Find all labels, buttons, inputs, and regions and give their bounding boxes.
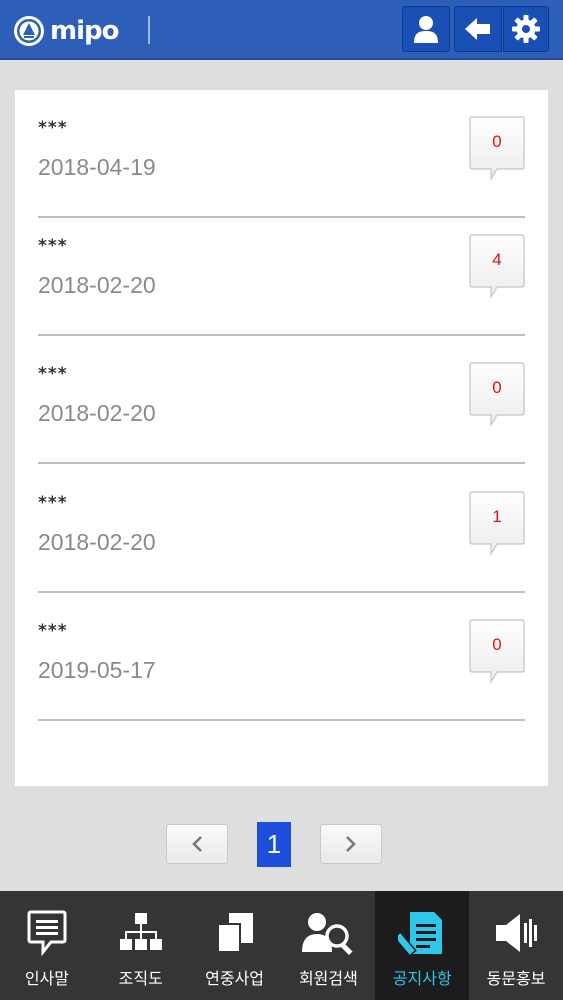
comment-bubble[interactable]: 0 — [469, 619, 525, 685]
comment-count: 0 — [492, 635, 502, 654]
comment-bubble[interactable]: 4 — [469, 234, 525, 300]
comment-bubble[interactable]: 0 — [469, 362, 525, 428]
app-logo[interactable]: mipo — [14, 14, 119, 48]
prev-page-button[interactable] — [166, 824, 228, 864]
next-page-button[interactable] — [320, 824, 382, 864]
nav-label: 연중사업 — [205, 969, 265, 988]
comment-count: 0 — [492, 378, 502, 397]
back-arrow-icon — [465, 18, 490, 40]
bottom-nav: 인사말 조직도 연중사업 회원검색 공지사항 동문홍보 — [0, 891, 563, 1000]
nav-label: 회원검색 — [298, 969, 358, 988]
gear-icon — [512, 15, 540, 43]
notice-item[interactable]: *** 2018-02-20 0 — [38, 336, 525, 464]
settings-button[interactable] — [503, 6, 549, 52]
notice-date: 2018-02-20 — [38, 272, 156, 298]
back-button[interactable] — [454, 6, 502, 52]
nav-label: 조직도 — [118, 969, 163, 988]
nav-item-member-search[interactable]: 회원검색 — [281, 891, 375, 1000]
comment-bubble[interactable]: 0 — [469, 116, 525, 182]
nav-item-alumni-promo[interactable]: 동문홍보 — [469, 891, 563, 1000]
logo-text: mipo — [50, 16, 119, 46]
org-chart-icon — [113, 905, 169, 961]
notice-title: *** — [38, 236, 68, 256]
nav-item-annual-projects[interactable]: 연중사업 — [188, 891, 282, 1000]
notice-date: 2019-05-17 — [38, 657, 156, 683]
notice-list: *** 2018-04-19 0 *** 2018-02-20 4 *** 20… — [15, 90, 548, 786]
notice-edit-icon — [394, 905, 450, 961]
notice-title: *** — [38, 364, 68, 384]
nav-item-org-chart[interactable]: 조직도 — [94, 891, 188, 1000]
chevron-right-icon — [346, 836, 356, 852]
notice-title: *** — [38, 118, 68, 138]
member-search-icon — [300, 905, 356, 961]
notice-date: 2018-02-20 — [38, 529, 156, 555]
current-page-number[interactable]: 1 — [257, 822, 291, 867]
comment-count: 1 — [492, 507, 502, 526]
notice-date: 2018-02-20 — [38, 400, 156, 426]
notice-item[interactable]: *** 2018-02-20 1 — [38, 465, 525, 593]
notice-item[interactable]: *** 2018-04-19 0 — [38, 90, 525, 218]
nav-label: 동문홍보 — [486, 969, 546, 988]
nav-label: 공지사항 — [392, 969, 452, 988]
user-icon — [414, 16, 438, 43]
notice-date: 2018-04-19 — [38, 154, 156, 180]
notice-title: *** — [38, 621, 68, 641]
documents-icon — [207, 905, 263, 961]
app-header: mipo — [0, 0, 563, 60]
comment-bubble[interactable]: 1 — [469, 491, 525, 557]
comment-count: 4 — [492, 250, 502, 269]
user-button[interactable] — [402, 6, 450, 52]
comment-count: 0 — [492, 132, 502, 151]
notice-title: *** — [38, 493, 68, 513]
notice-item[interactable]: *** 2018-02-20 4 — [38, 208, 525, 336]
speaker-icon — [488, 905, 544, 961]
chevron-left-icon — [192, 836, 202, 852]
nav-item-greeting[interactable]: 인사말 — [0, 891, 94, 1000]
notice-item[interactable]: *** 2019-05-17 0 — [38, 593, 525, 721]
nav-item-notices[interactable]: 공지사항 — [375, 891, 470, 1000]
header-divider — [148, 16, 150, 44]
speech-bubble-icon — [19, 905, 75, 961]
nav-label: 인사말 — [24, 969, 69, 988]
logo-emblem-icon — [14, 16, 44, 46]
